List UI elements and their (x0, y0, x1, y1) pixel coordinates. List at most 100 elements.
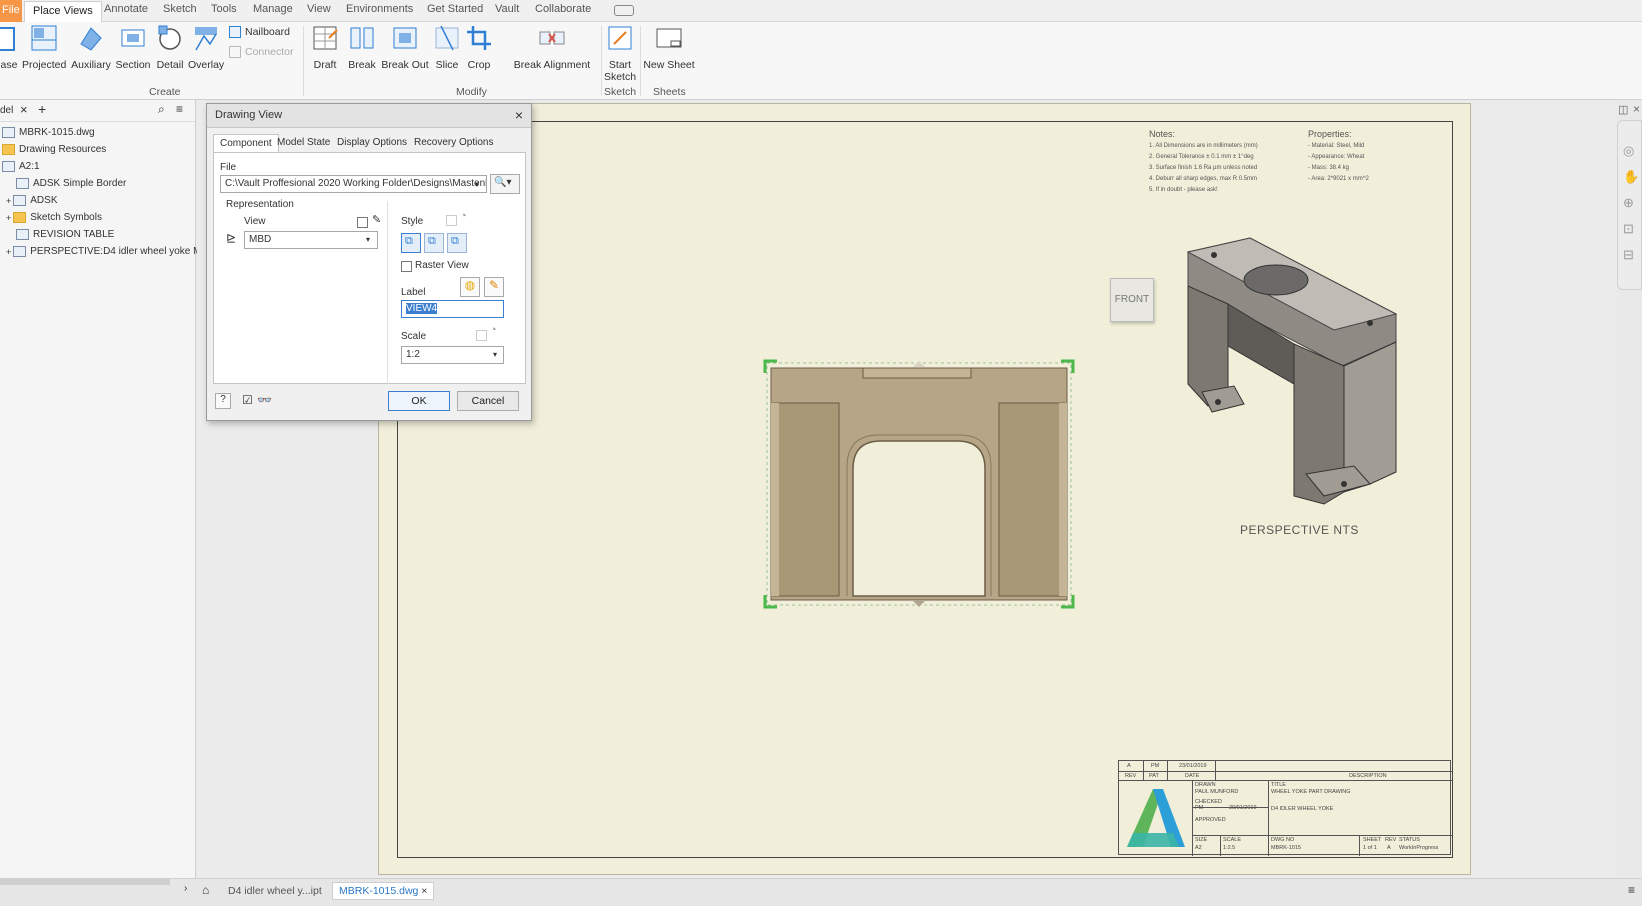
auxiliary-button[interactable]: Auxiliary (70, 24, 112, 71)
view-checkbox[interactable] (357, 217, 368, 228)
tree-item-sketch-symbols[interactable]: + Sketch Symbols (6, 209, 102, 226)
look-at-icon[interactable]: ⊟ (1623, 247, 1634, 263)
chevron-down-icon[interactable]: ▾ (493, 350, 497, 359)
dialog-titlebar[interactable]: Drawing View × (207, 104, 531, 128)
draft-button[interactable]: Draft (308, 24, 342, 71)
chevron-down-icon[interactable]: ▾ (366, 235, 370, 244)
tab-vault[interactable]: Vault (495, 3, 519, 15)
tab-tools[interactable]: Tools (211, 3, 237, 15)
front-view[interactable] (763, 359, 1075, 609)
search-icon[interactable]: ⌕ (158, 102, 165, 117)
expand-icon[interactable]: + (6, 247, 11, 257)
close-icon[interactable]: × (1633, 102, 1640, 116)
start-sketch-button[interactable]: Start Sketch (603, 24, 637, 83)
section-button[interactable]: Section (114, 24, 152, 71)
pan-icon[interactable]: ✋ (1623, 169, 1639, 185)
perspective-view-label: PERSPECTIVE NTS (1240, 523, 1359, 537)
edit-view-label-icon[interactable]: ✎ (484, 277, 504, 297)
tab-place-views[interactable]: Place Views (24, 1, 102, 22)
view-representation-select[interactable]: MBD (244, 231, 378, 249)
expand-icon[interactable]: + (6, 213, 11, 223)
tree-item-sheet[interactable]: A2:1 (2, 158, 40, 175)
quick-access-dropdown-icon[interactable] (614, 5, 634, 16)
document-tab-drawing[interactable]: MBRK-1015.dwg × (332, 882, 435, 900)
tab-recovery-options[interactable]: Recovery Options (408, 134, 499, 152)
checkmark-icon[interactable]: ☑ (242, 393, 253, 407)
tab-environments[interactable]: Environments (346, 3, 413, 15)
tab-view[interactable]: View (307, 3, 331, 15)
break-out-button[interactable]: Break Out (380, 24, 430, 71)
zoom-icon[interactable]: ⊕ (1623, 195, 1634, 211)
tree-item-drawing-resources[interactable]: Drawing Resources (2, 141, 106, 158)
tab-get-started[interactable]: Get Started (427, 3, 483, 15)
chevron-down-icon[interactable]: ▾ (475, 180, 479, 189)
ribbon-separator (303, 26, 304, 96)
tree-item-perspective[interactable]: + PERSPECTIVE:D4 idler wheel yoke MBD (6, 243, 215, 260)
browser-tab-label[interactable]: del (0, 105, 13, 116)
overlay-label: Overlay (188, 59, 225, 71)
menu-icon[interactable]: ≡ (1628, 883, 1635, 897)
base-view-button[interactable]: ase (0, 24, 18, 71)
projected-button[interactable]: Projected (22, 24, 66, 71)
open-file-button[interactable]: 🔍▾ (490, 174, 520, 194)
nailboard-button[interactable]: Nailboard (229, 26, 290, 38)
style-from-base-icon[interactable]: ◔ (460, 210, 467, 222)
new-sheet-button[interactable]: New Sheet (642, 24, 696, 71)
file-path-combo[interactable]: C:\Vault Proffesional 2020 Working Folde… (220, 175, 487, 193)
break-button[interactable]: Break (346, 24, 378, 71)
tab-component[interactable]: Component (213, 134, 279, 152)
rev-header: DATE (1185, 773, 1200, 779)
tab-display-options[interactable]: Display Options (331, 134, 413, 152)
tab-annotate[interactable]: Annotate (104, 3, 148, 15)
property-line: - Material: Steel, Mild (1308, 143, 1365, 149)
style-from-base-checkbox[interactable] (446, 215, 457, 226)
connector-button[interactable]: Connector (229, 46, 293, 58)
close-icon[interactable]: × (20, 102, 28, 117)
chevron-right-icon[interactable]: › (184, 883, 187, 894)
scale-from-base-icon[interactable]: ◔ (490, 324, 497, 336)
home-icon[interactable]: ⌂ (202, 883, 209, 897)
expand-icon[interactable]: + (6, 196, 11, 206)
break-alignment-button[interactable]: Break Alignment (510, 24, 594, 71)
glasses-icon[interactable]: 👓 (257, 393, 272, 407)
document-tab-part[interactable]: D4 idler wheel y...ipt (228, 885, 322, 897)
toggle-label-visibility-icon[interactable]: ◍ (460, 277, 480, 297)
help-icon[interactable]: ? (215, 393, 231, 409)
crop-button[interactable]: Crop (464, 24, 494, 71)
hidden-line-button[interactable]: ⧉ (401, 233, 421, 253)
ok-button[interactable]: OK (388, 391, 450, 411)
viewcube-front[interactable]: FRONT (1110, 278, 1154, 322)
add-tab-icon[interactable]: + (38, 101, 46, 117)
overlay-button[interactable]: Overlay (188, 24, 224, 71)
scale-combo[interactable]: 1:2 (401, 346, 504, 364)
window-layout-icon[interactable]: ◫ (1618, 103, 1628, 116)
horizontal-scrollbar[interactable] (0, 879, 170, 885)
tree-item-adsk[interactable]: + ADSK (6, 192, 58, 209)
cancel-button[interactable]: Cancel (457, 391, 519, 411)
slice-icon (435, 25, 459, 51)
menu-icon[interactable]: ≡ (176, 102, 183, 116)
size-label: SIZE (1195, 837, 1208, 843)
tree-item-label: Sketch Symbols (30, 212, 102, 223)
raster-view-checkbox[interactable] (401, 261, 412, 272)
tree-item-revision-table[interactable]: REVISION TABLE (16, 226, 114, 243)
slice-button[interactable]: Slice (432, 24, 462, 71)
view-rep-icon[interactable]: ✎ (372, 213, 381, 226)
close-icon[interactable]: × (515, 107, 523, 123)
tab-manage[interactable]: Manage (253, 3, 293, 15)
tab-collaborate[interactable]: Collaborate (535, 3, 591, 15)
steering-wheel-icon[interactable]: ◎ (1623, 143, 1634, 159)
scale-from-base-checkbox[interactable] (476, 330, 487, 341)
hidden-line-removed-button[interactable]: ⧉ (424, 233, 444, 253)
detail-button[interactable]: Detail (154, 24, 186, 71)
perspective-view[interactable] (1174, 234, 1414, 514)
view-label-input[interactable]: VIEW4 (401, 300, 504, 318)
tab-sketch[interactable]: Sketch (163, 3, 197, 15)
tree-item-border[interactable]: ADSK Simple Border (16, 175, 126, 192)
close-icon[interactable]: × (421, 885, 427, 897)
tab-file[interactable]: File (0, 0, 22, 22)
zoom-window-icon[interactable]: ⊡ (1623, 221, 1634, 237)
tree-item-document[interactable]: MBRK-1015.dwg (2, 124, 95, 141)
shaded-button[interactable]: ⧉ (447, 233, 467, 253)
tab-model-state[interactable]: Model State (271, 134, 336, 152)
